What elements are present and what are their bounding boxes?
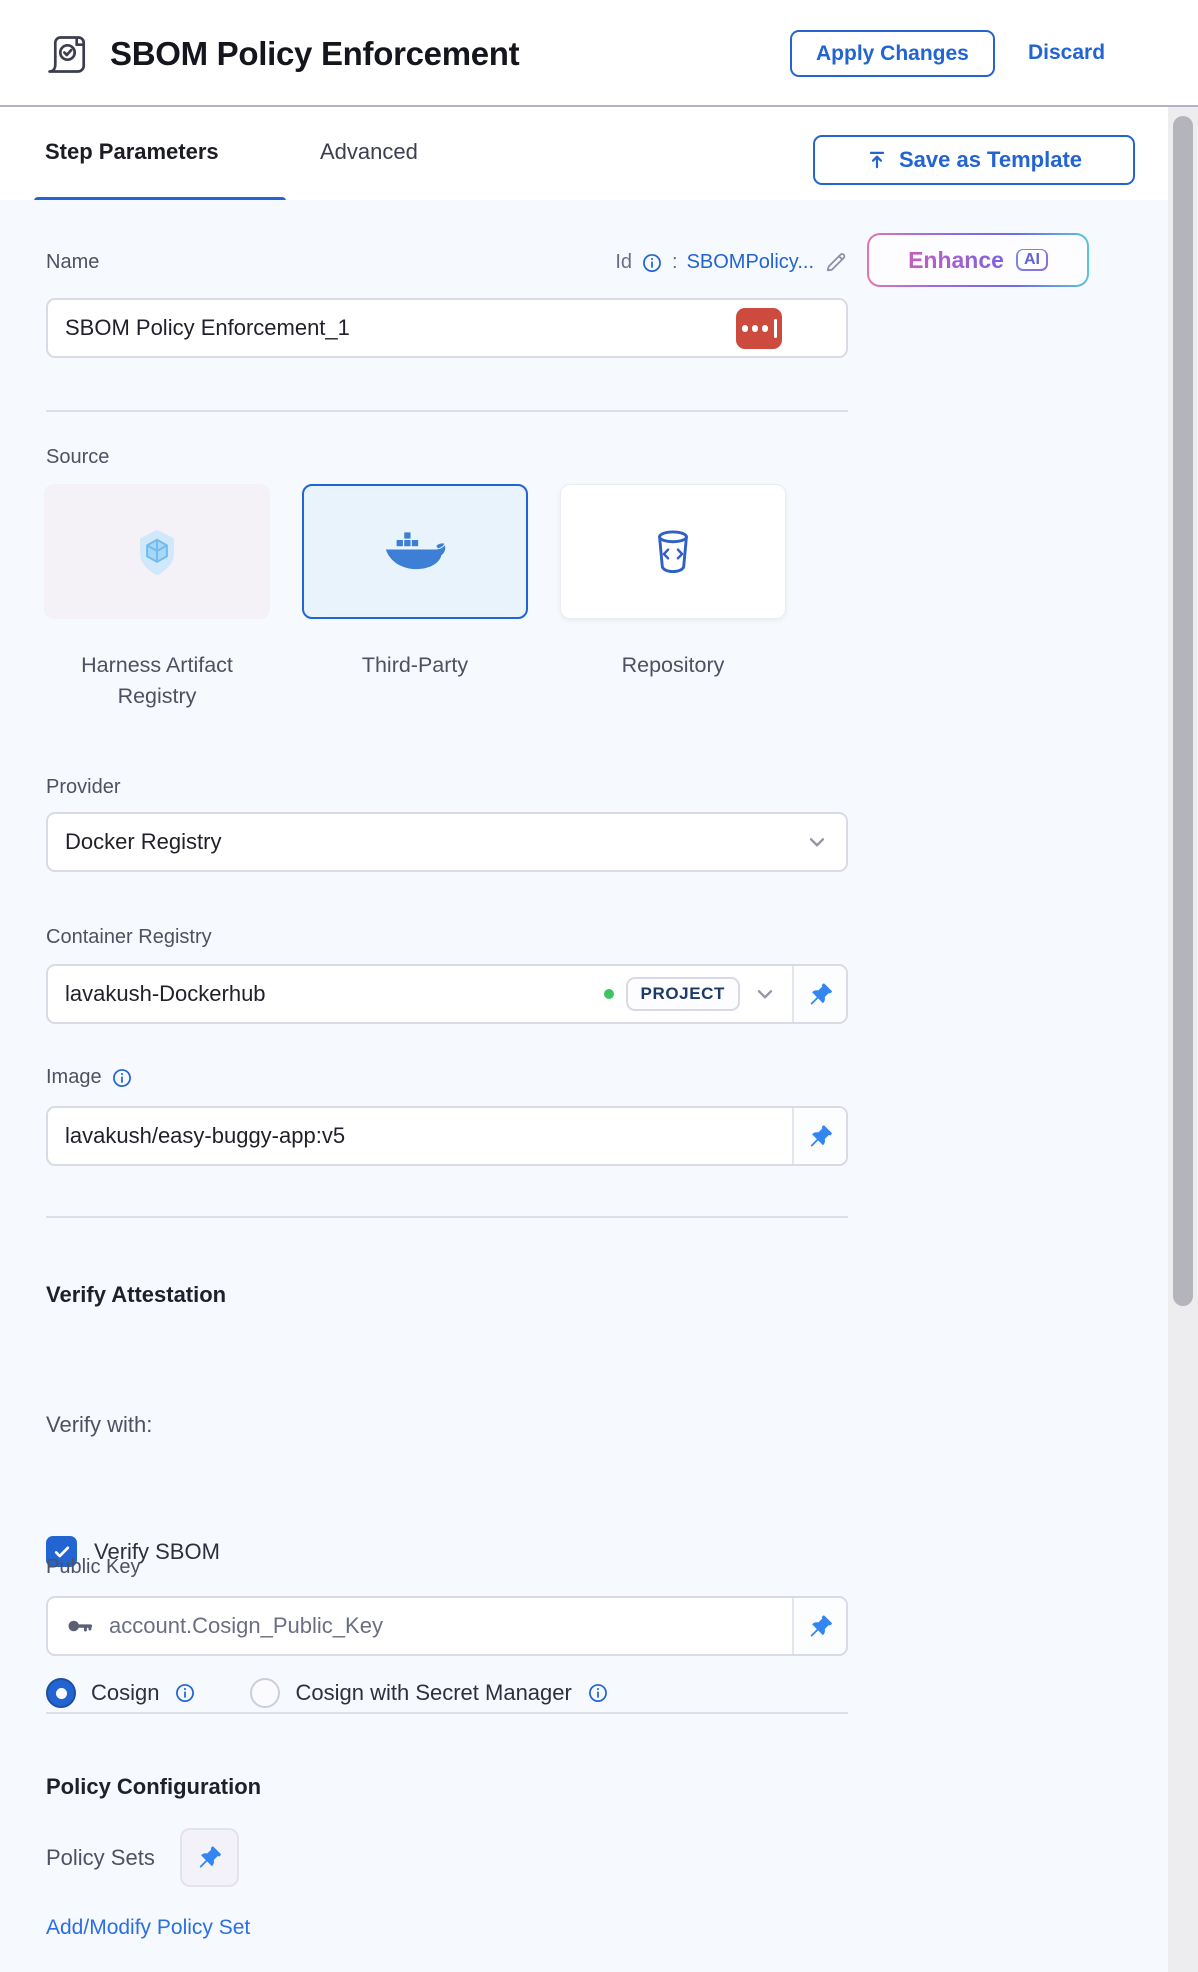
verify-with-label: Verify with: bbox=[46, 1412, 152, 1438]
connector-status-dot bbox=[604, 989, 614, 999]
input-type-pin-button[interactable] bbox=[794, 966, 846, 1022]
source-label: Source bbox=[46, 446, 109, 469]
id-label: Id bbox=[615, 251, 632, 274]
pin-icon bbox=[807, 981, 834, 1008]
apply-changes-button[interactable]: Apply Changes bbox=[790, 30, 995, 77]
provider-value: Docker Registry bbox=[48, 829, 804, 855]
edit-pencil-icon[interactable] bbox=[823, 250, 848, 275]
policy-sets-pin-button[interactable] bbox=[180, 1828, 239, 1887]
source-option-label: Harness Artifact Registry bbox=[44, 650, 270, 712]
scrollbar-thumb[interactable] bbox=[1173, 116, 1193, 1306]
enhance-ai-button[interactable]: Enhance AI bbox=[867, 233, 1089, 287]
har-cube-icon bbox=[129, 524, 185, 580]
input-type-pin-button[interactable] bbox=[794, 1108, 846, 1164]
pin-icon bbox=[807, 1123, 834, 1150]
info-icon[interactable] bbox=[587, 1682, 609, 1704]
step-parameters-form: Name Id : SBOMPolicy... Enhance AI S bbox=[0, 200, 1168, 1972]
tab-advanced[interactable]: Advanced bbox=[320, 139, 418, 165]
container-registry-value: lavakush-Dockerhub bbox=[48, 981, 604, 1007]
scope-badge: PROJECT bbox=[626, 977, 741, 1011]
upload-icon bbox=[866, 149, 888, 171]
public-key-field: account.Cosign_Public_Key bbox=[46, 1596, 848, 1656]
ai-badge: AI bbox=[1016, 249, 1048, 271]
policy-scroll-icon bbox=[45, 30, 93, 78]
verify-with-radio-group: Cosign Cosign with Secret Manager bbox=[46, 1678, 609, 1708]
container-registry-select[interactable]: lavakush-Dockerhub PROJECT bbox=[48, 966, 794, 1022]
info-icon[interactable] bbox=[111, 1067, 133, 1089]
scrollbar-track[interactable] bbox=[1168, 107, 1198, 1972]
container-registry-label: Container Registry bbox=[46, 926, 212, 949]
provider-select[interactable]: Docker Registry bbox=[46, 812, 848, 872]
radio-cosign[interactable]: Cosign bbox=[46, 1678, 196, 1708]
policy-sets-label: Policy Sets bbox=[46, 1845, 155, 1871]
image-field: lavakush/easy-buggy-app:v5 bbox=[46, 1106, 848, 1166]
name-input[interactable]: SBOM Policy Enforcement_1 bbox=[46, 298, 848, 358]
radio-cosign-secret-manager[interactable]: Cosign with Secret Manager bbox=[250, 1678, 608, 1708]
section-divider bbox=[46, 1712, 848, 1714]
policy-sets-row: Policy Sets bbox=[46, 1828, 239, 1887]
page-title: SBOM Policy Enforcement bbox=[110, 35, 519, 73]
verify-attestation-heading: Verify Attestation bbox=[46, 1282, 226, 1308]
image-value: lavakush/easy-buggy-app:v5 bbox=[48, 1123, 792, 1149]
public-key-input[interactable]: account.Cosign_Public_Key bbox=[48, 1598, 794, 1654]
radio-unselected-icon bbox=[250, 1678, 280, 1708]
chevron-down-icon bbox=[752, 981, 778, 1007]
name-value: SBOM Policy Enforcement_1 bbox=[48, 315, 846, 341]
source-option-har[interactable]: Harness Artifact Registry bbox=[44, 484, 270, 712]
runtime-input-type-icon[interactable] bbox=[736, 308, 782, 349]
public-key-label: Public Key bbox=[46, 1556, 141, 1579]
save-as-template-label: Save as Template bbox=[899, 147, 1082, 173]
source-option-label: Repository bbox=[622, 650, 725, 681]
container-registry-field: lavakush-Dockerhub PROJECT bbox=[46, 964, 848, 1024]
info-icon[interactable] bbox=[174, 1682, 196, 1704]
source-options: Harness Artifact Registry Third-Party bbox=[44, 484, 786, 712]
save-as-template-button[interactable]: Save as Template bbox=[813, 135, 1135, 185]
step-id-value: SBOMPolicy... bbox=[687, 251, 814, 274]
enhance-label: Enhance bbox=[908, 247, 1004, 274]
add-modify-policy-set-link[interactable]: Add/Modify Policy Set bbox=[46, 1916, 250, 1940]
input-type-pin-button[interactable] bbox=[794, 1598, 846, 1654]
radio-selected-icon bbox=[46, 1678, 76, 1708]
image-input[interactable]: lavakush/easy-buggy-app:v5 bbox=[48, 1108, 794, 1164]
section-divider bbox=[46, 1216, 848, 1218]
source-option-third-party[interactable]: Third-Party bbox=[302, 484, 528, 712]
section-divider bbox=[46, 410, 848, 412]
step-id-row: Id : SBOMPolicy... bbox=[615, 250, 848, 275]
id-separator: : bbox=[672, 251, 678, 274]
panel-header: SBOM Policy Enforcement Apply Changes Di… bbox=[0, 0, 1198, 107]
pin-icon bbox=[196, 1844, 223, 1871]
info-icon[interactable] bbox=[641, 252, 663, 274]
image-label: Image bbox=[46, 1066, 102, 1089]
source-option-repository[interactable]: Repository bbox=[560, 484, 786, 712]
name-label: Name bbox=[46, 251, 99, 274]
repository-bucket-icon bbox=[645, 524, 701, 580]
docker-whale-icon bbox=[382, 529, 448, 575]
tab-step-parameters[interactable]: Step Parameters bbox=[45, 139, 219, 165]
public-key-value: account.Cosign_Public_Key bbox=[95, 1613, 792, 1639]
discard-button[interactable]: Discard bbox=[1028, 41, 1105, 65]
step-config-panel: SBOM Policy Enforcement Apply Changes Di… bbox=[0, 0, 1198, 1972]
pin-icon bbox=[807, 1613, 834, 1640]
provider-label: Provider bbox=[46, 776, 120, 799]
source-option-label: Third-Party bbox=[362, 650, 468, 681]
chevron-down-icon bbox=[804, 829, 830, 855]
key-icon bbox=[65, 1611, 95, 1641]
policy-configuration-heading: Policy Configuration bbox=[46, 1774, 261, 1800]
